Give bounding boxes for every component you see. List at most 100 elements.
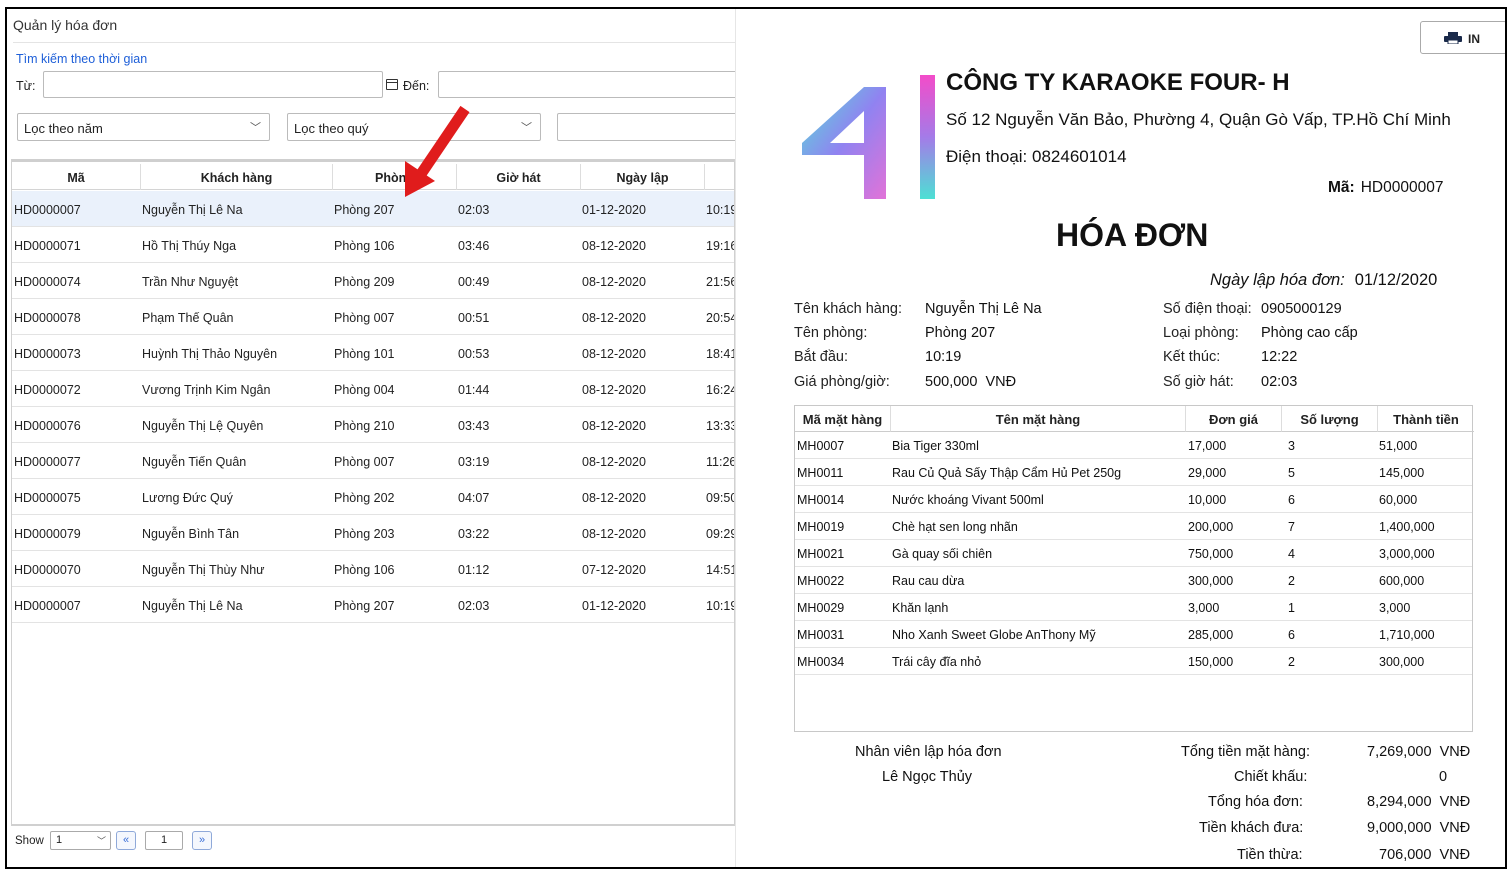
cell-khach: Nguyễn Thị Lệ Quyên: [142, 419, 264, 433]
cell-gio: 02:03: [458, 599, 490, 613]
cell-bd: 13:33: [706, 419, 735, 433]
cell-phong: Phòng 209: [334, 275, 395, 289]
item-cell-tt: 145,000: [1379, 466, 1425, 480]
item-cell-ma: MH0034: [797, 655, 845, 669]
filter-year-select[interactable]: Lọc theo năm ﹀: [17, 113, 270, 141]
col-header-ngay-lap[interactable]: Ngày lập: [581, 164, 705, 190]
item-cell-sl: 6: [1288, 628, 1295, 642]
item-cell-gia: 17,000: [1188, 439, 1227, 453]
end-label: Kết thúc:: [1163, 349, 1221, 365]
table-row[interactable]: HD0000076 Nguyễn Thị Lệ Quyên Phòng 210 03:…: [12, 407, 734, 443]
cell-ngay: 08-12-2020: [582, 347, 646, 361]
item-cell-gia: 29,000: [1188, 466, 1227, 480]
item-cell-tt: 1,400,000: [1379, 520, 1435, 534]
item-cell-tt: 300,000: [1379, 655, 1425, 669]
item-cell-sl: 6: [1288, 493, 1295, 507]
item-cell-gia: 3,000: [1188, 601, 1220, 615]
company-logo: [802, 75, 935, 199]
table-row[interactable]: HD0000072 Vương Trịnh Kim Ngân Phòng 004 01…: [12, 371, 734, 407]
item-cell-ten: Gà quay sối chiên: [892, 547, 993, 561]
table-row[interactable]: HD0000073 Huỳnh Thị Thảo Nguyên Phòng 101 0…: [12, 335, 734, 371]
cell-ngay: 01-12-2020: [582, 599, 646, 613]
list-item: MH0034 Trái cây đĩa nhỏ 150,000 2 300,000: [795, 648, 1472, 675]
item-col-header-code: Mã mặt hàng: [795, 406, 891, 432]
cell-khach: Hồ Thị Thúy Nga: [142, 239, 237, 253]
next-page-button[interactable]: »: [192, 831, 212, 850]
item-cell-sl: 2: [1288, 574, 1295, 588]
item-cell-ten: Khăn lạnh: [892, 601, 949, 615]
table-row[interactable]: HD0000078 Phạm Thế Quân Phòng 007 00:51 08-1…: [12, 299, 734, 335]
invoice-date: Ngày lập hóa đơn: 01/12/2020: [1210, 271, 1437, 290]
change-value: 706,000 VNĐ: [1379, 847, 1471, 863]
print-label: IN: [1468, 32, 1480, 46]
discount-label: Chiết khấu:: [1234, 769, 1308, 785]
item-cell-ten: Nước khoáng Vivant 500ml: [892, 493, 1044, 507]
cell-ngay: 08-12-2020: [582, 527, 646, 541]
to-label: Đến:: [403, 79, 430, 93]
cell-khach: Nguyễn Bình Tân: [142, 527, 240, 541]
item-cell-sl: 1: [1288, 601, 1295, 615]
page-number-input[interactable]: 1: [145, 831, 183, 850]
from-date-input[interactable]: [43, 71, 383, 98]
invoice-title: HÓA ĐƠN: [1056, 217, 1209, 253]
red-arrow-annotation: [405, 105, 470, 197]
change-label: Tiền thừa:: [1237, 847, 1303, 863]
cell-ngay: 08-12-2020: [582, 491, 646, 505]
company-name: CÔNG TY KARAOKE FOUR- H: [946, 69, 1290, 96]
cell-bd: 14:51: [706, 563, 735, 577]
cell-khach: Nguyễn Tiến Quân: [142, 455, 247, 469]
customer-value: Nguyễn Thị Lê Na: [925, 301, 1042, 317]
cell-khach: Phạm Thế Quân: [142, 311, 234, 325]
cell-gio: 00:49: [458, 275, 490, 289]
invoice-total-value: 8,294,000 VNĐ: [1367, 794, 1471, 810]
invoice-total-label: Tổng hóa đơn:: [1208, 794, 1303, 810]
item-col-header-qty: Số lượng: [1282, 406, 1378, 432]
item-cell-gia: 300,000: [1188, 574, 1234, 588]
col-header-ma[interactable]: Mã: [12, 164, 141, 190]
table-row[interactable]: HD0000074 Trần Như Nguyệt Phòng 209 00:49 08…: [12, 263, 734, 299]
calendar-icon[interactable]: [386, 79, 398, 90]
table-row[interactable]: HD0000071 Hồ Thị Thúy Nga Phòng 106 03:46 08…: [12, 227, 734, 263]
list-item: MH0019 Chè hạt sen long nhãn 200,000 7 1,400…: [795, 513, 1472, 540]
col-header-khach-hang[interactable]: Khách hàng: [141, 164, 333, 190]
page-size-select[interactable]: 1 ﹀: [50, 831, 111, 850]
item-col-header-price: Đơn giá: [1186, 406, 1282, 432]
table-row[interactable]: HD0000075 Lương Đức Quý Phòng 202 04:07 08-1…: [12, 479, 734, 515]
item-cell-ma: MH0029: [797, 601, 845, 615]
cell-bd: 20:54: [706, 311, 735, 325]
table-row[interactable]: HD0000079 Nguyễn Bình Tân Phòng 203 03:22 08…: [12, 515, 734, 551]
chevron-down-icon: ﹀: [96, 836, 106, 846]
hours-label: Số giờ hát:: [1163, 374, 1234, 390]
invoice-grid: Mã Khách hàng Phòng Giờ hát Ngày lập HD0…: [11, 159, 735, 825]
cell-bd: 18:41: [706, 347, 735, 361]
room-type-label: Loại phòng:: [1163, 325, 1239, 341]
item-cell-gia: 200,000: [1188, 520, 1234, 534]
item-cell-ma: MH0011: [797, 466, 844, 480]
cell-phong: Phòng 207: [334, 599, 395, 613]
cell-gio: 00:51: [458, 311, 490, 325]
filter-extra-input[interactable]: [557, 113, 738, 141]
table-row[interactable]: HD0000070 Nguyễn Thị Thùy Như Phòng 106 01:…: [12, 551, 734, 587]
cell-ngay: 08-12-2020: [582, 383, 646, 397]
cell-ma: HD0000072: [14, 383, 81, 397]
col-header-extra[interactable]: [705, 164, 734, 190]
item-cell-sl: 7: [1288, 520, 1295, 534]
print-button[interactable]: IN: [1420, 21, 1505, 54]
cell-ngay: 08-12-2020: [582, 239, 646, 253]
item-cell-ten: Bia Tiger 330ml: [892, 439, 979, 453]
to-date-input[interactable]: [438, 71, 738, 98]
cell-ngay: 08-12-2020: [582, 419, 646, 433]
table-row[interactable]: HD0000007 Nguyễn Thị Lê Na Phòng 207 02:03 0…: [12, 191, 734, 227]
cell-phong: Phòng 007: [334, 455, 395, 469]
cell-ma: HD0000074: [14, 275, 81, 289]
table-row[interactable]: HD0000007 Nguyễn Thị Lê Na Phòng 207 02:03 0…: [12, 587, 734, 623]
cell-ma: HD0000007: [14, 203, 81, 217]
cell-phong: Phòng 203: [334, 527, 395, 541]
printer-icon: [1444, 32, 1462, 44]
invoice-preview-panel: IN CÔNG TY KARAOKE FOUR- H Số 12 Nguyễn …: [735, 9, 1505, 867]
prev-page-button[interactable]: «: [116, 831, 136, 850]
item-cell-ten: Nho Xanh Sweet Globe AnThony Mỹ: [892, 628, 1096, 642]
company-address: Số 12 Nguyễn Văn Bảo, Phường 4, Quận Gò …: [946, 110, 1451, 129]
cell-ngay: 01-12-2020: [582, 203, 646, 217]
table-row[interactable]: HD0000077 Nguyễn Tiến Quân Phòng 007 03:19 0…: [12, 443, 734, 479]
